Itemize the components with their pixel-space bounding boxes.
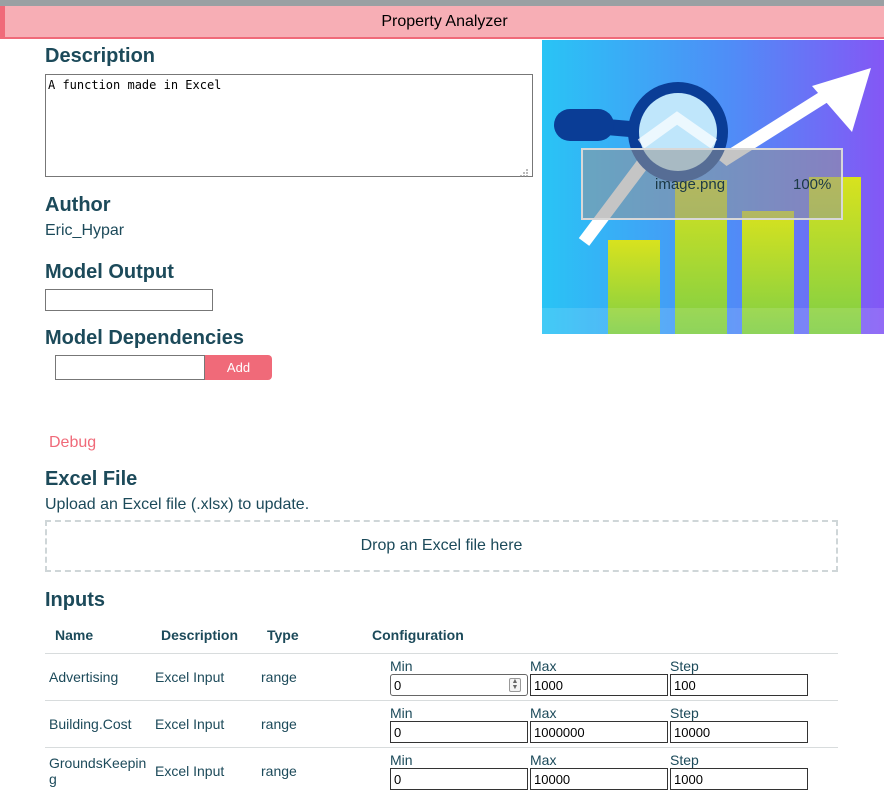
max-input[interactable] [530, 721, 668, 743]
upload-instructions: Upload an Excel file (.xlsx) to update. [45, 496, 310, 513]
spinner-arrows-icon[interactable]: ▲ ▼ [509, 678, 521, 692]
preview-zoom: 100% [793, 176, 832, 193]
excel-file-heading: Excel File [45, 468, 138, 490]
resize-grip-icon[interactable] [519, 165, 529, 177]
model-output-input[interactable] [45, 289, 213, 311]
add-dependency-button[interactable]: Add [205, 355, 272, 380]
max-label: Max [530, 658, 557, 674]
column-header-type: Type [267, 627, 299, 643]
max-input[interactable] [530, 768, 668, 790]
inputs-heading: Inputs [45, 589, 105, 611]
debug-link[interactable]: Debug [49, 434, 96, 452]
step-label: Step [670, 705, 699, 721]
input-type: range [261, 669, 297, 685]
input-type: range [261, 763, 297, 779]
input-name: Building.Cost [49, 716, 132, 732]
row-divider [45, 700, 838, 701]
min-input[interactable] [390, 674, 528, 696]
description-heading: Description [45, 45, 156, 67]
step-label: Step [670, 752, 699, 768]
max-input[interactable] [530, 674, 668, 696]
column-header-name: Name [55, 627, 94, 643]
input-description: Excel Input [155, 669, 225, 685]
input-type: range [261, 716, 297, 732]
row-divider [45, 747, 838, 748]
input-name: Advertising [49, 669, 119, 685]
model-dependencies-input[interactable] [55, 355, 205, 380]
author-value: Eric_Hypar [45, 222, 125, 239]
step-input[interactable] [670, 768, 808, 790]
step-label: Step [670, 658, 699, 674]
column-header-configuration: Configuration [372, 627, 464, 643]
min-input[interactable] [390, 721, 528, 743]
app-title: Property Analyzer [0, 6, 884, 39]
input-description: Excel Input [155, 763, 225, 779]
model-output-heading: Model Output [45, 261, 174, 283]
excel-dropzone[interactable]: Drop an Excel file here [45, 520, 838, 572]
min-label: Min [390, 705, 413, 721]
model-dependencies-heading: Model Dependencies [45, 327, 244, 349]
min-input[interactable] [390, 768, 528, 790]
column-header-description: Description [161, 627, 239, 643]
step-input[interactable] [670, 721, 808, 743]
max-label: Max [530, 752, 557, 768]
description-textarea[interactable] [45, 74, 533, 177]
max-label: Max [530, 705, 557, 721]
input-description: Excel Input [155, 716, 225, 732]
author-heading: Author [45, 194, 111, 216]
row-divider [45, 653, 838, 654]
min-label: Min [390, 658, 413, 674]
step-input[interactable] [670, 674, 808, 696]
input-name: GroundsKeeping [49, 755, 147, 787]
preview-filename: image.png [655, 176, 726, 193]
min-label: Min [390, 752, 413, 768]
